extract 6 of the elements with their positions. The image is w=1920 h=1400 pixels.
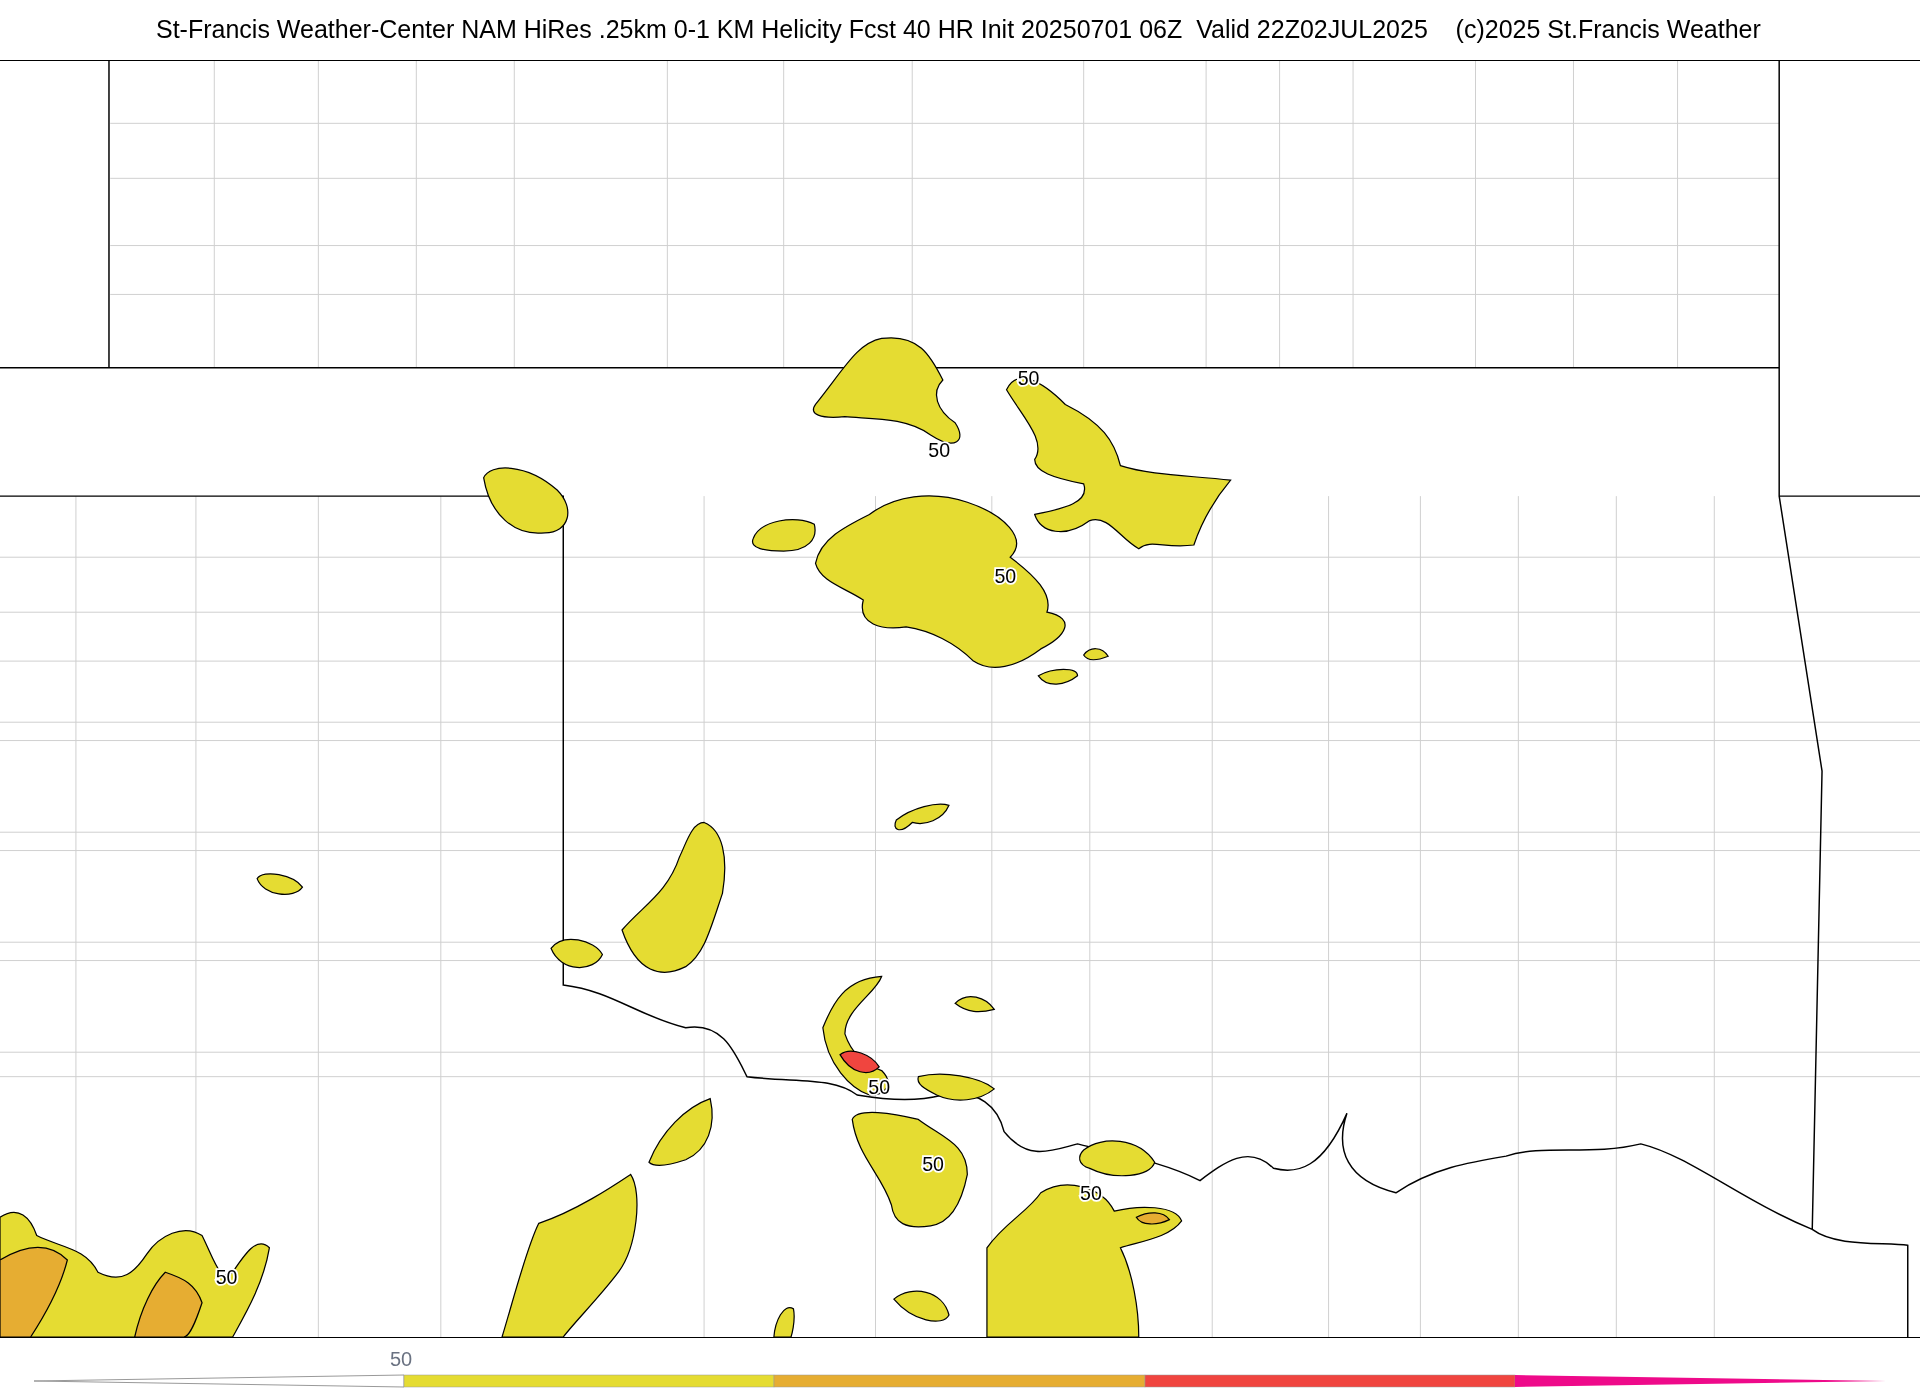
contour-label: 50 <box>215 1266 238 1289</box>
contour-label: 50 <box>994 564 1017 587</box>
contour-label: 50 <box>928 439 951 461</box>
map-title: St-Francis Weather-Center NAM HiRes .25km 0-1 KM Helicity Fcst 40 HR Init 20250701 06Z Valid 22Z02JUL2025 (c)2025 St.Francis Weather <box>156 14 1761 46</box>
colorbar-tick-label: 50 <box>390 1347 413 1372</box>
contour-label: 50 <box>922 1152 944 1175</box>
